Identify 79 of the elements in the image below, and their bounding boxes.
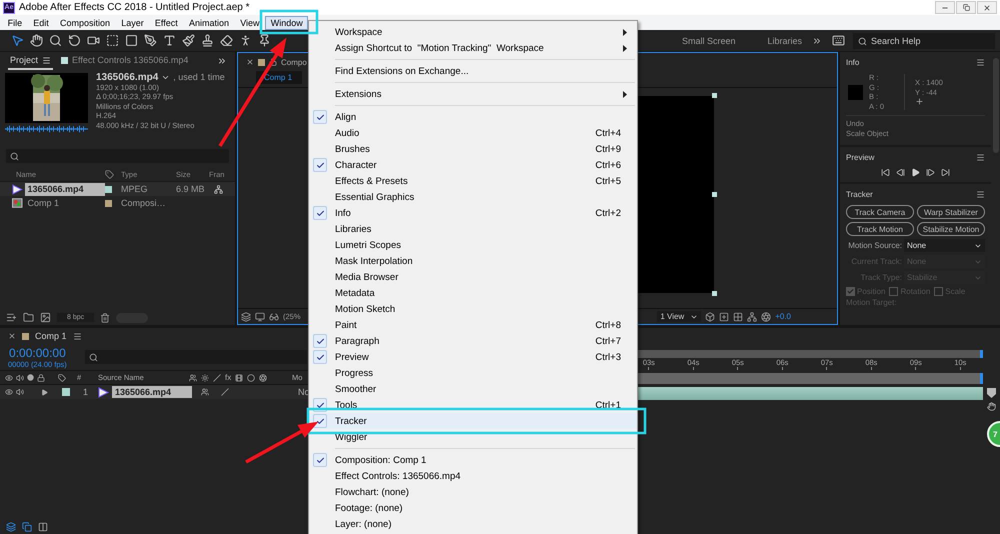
tracker-button[interactable]: Warp Stabilizer	[917, 205, 985, 219]
menu-item[interactable]: Align	[309, 109, 637, 125]
layer-number: 1	[83, 387, 88, 397]
usage-text: , used 1 time	[173, 73, 225, 82]
menu-item[interactable]: Audio Ctrl+4	[309, 125, 637, 141]
menu-item[interactable]: Info Ctrl+2	[309, 205, 637, 221]
tracker-button[interactable]: Track Camera	[846, 205, 914, 219]
panel-title: Info	[846, 58, 860, 66]
view-dropdown[interactable]: 1 View	[657, 311, 702, 322]
panel-tab[interactable]: Compo	[281, 58, 307, 66]
item-type: MPEG	[121, 184, 148, 194]
shortcut-text: Ctrl+3	[595, 352, 622, 362]
panel-title: Preview	[846, 152, 874, 162]
menu-item[interactable]: View	[234, 16, 266, 30]
item-type: Composi…	[121, 198, 166, 208]
panel-tab[interactable]: Comp 1	[35, 331, 67, 341]
item-name: Comp 1	[26, 196, 60, 210]
shortcut-text: Ctrl+8	[595, 320, 622, 330]
shortcut-text: Ctrl+7	[595, 336, 622, 346]
menu-item[interactable]: Effect	[149, 16, 184, 30]
footage-name: 1365066.mp4	[96, 73, 158, 82]
project-item[interactable]: Comp 1 Composi…	[0, 196, 235, 210]
column-header: fx	[225, 373, 232, 382]
menu-item[interactable]: Metadata	[309, 285, 637, 301]
window-title: Adobe After Effects CC 2018 - Untitled Project.aep *	[19, 2, 250, 13]
menu-item[interactable]: Assign Shortcut to "Motion Tracking" Workspace	[309, 40, 637, 56]
menu-item[interactable]: Footage: (none)	[309, 500, 637, 516]
shortcut-text: Ctrl+6	[595, 160, 622, 170]
menu-item[interactable]: Find Extensions on Exchange...	[309, 63, 637, 79]
menu-item[interactable]: Effects & Presets Ctrl+5	[309, 173, 637, 189]
menu-item[interactable]: Tracker	[309, 413, 637, 429]
panel-tab[interactable]: Project	[8, 52, 54, 70]
menu-item[interactable]: Libraries	[309, 221, 637, 237]
menu-item[interactable]: Lumetri Scopes	[309, 237, 637, 253]
menu-item[interactable]: File	[2, 16, 28, 30]
menu-item[interactable]: Edit	[28, 16, 54, 30]
shortcut-text: Ctrl+4	[595, 128, 622, 138]
menu-item[interactable]: Brushes Ctrl+9	[309, 141, 637, 157]
menu-item[interactable]: Paint Ctrl+8	[309, 317, 637, 333]
shortcut-text: Ctrl+1	[595, 400, 622, 410]
shortcut-text: Ctrl+9	[595, 144, 622, 154]
menu-item[interactable]: Wiggler	[309, 429, 637, 445]
menu-item[interactable]: Extensions	[309, 86, 637, 102]
current-time: 0:00:00:00	[9, 346, 66, 360]
menu-item[interactable]: Progress	[309, 365, 637, 381]
composition-chip[interactable]: Comp 1	[256, 71, 302, 84]
menu-item[interactable]: Preview Ctrl+3	[309, 349, 637, 365]
exposure-value: +0.0	[775, 312, 791, 321]
menu-item[interactable]: Tools Ctrl+1	[309, 397, 637, 413]
project-item[interactable]: 1365066.mp4 MPEG 6.9 MB	[0, 182, 235, 196]
search-field[interactable]: Search Help	[853, 32, 995, 48]
shortcut-text: Ctrl+2	[595, 208, 622, 218]
tracker-button[interactable]: Track Motion	[846, 222, 914, 236]
menu-item[interactable]: Layer	[116, 16, 150, 30]
menu-item[interactable]: Window	[265, 16, 308, 30]
panel-title: Tracker	[846, 190, 873, 198]
menu-item[interactable]: Character Ctrl+6	[309, 157, 637, 173]
menu-item[interactable]: Effect Controls: 1365066.mp4	[309, 468, 637, 484]
item-size: 6.9 MB	[176, 184, 205, 194]
workspace-tab[interactable]: Small Screen	[682, 36, 736, 46]
tracker-button[interactable]: Stabilize Motion	[917, 222, 985, 236]
menu-item[interactable]: Mask Interpolation	[309, 253, 637, 269]
layer-name: 1365066.mp4	[112, 386, 192, 398]
menu-item[interactable]: Layer: (none)	[309, 516, 637, 532]
dropdown[interactable]: None	[904, 239, 985, 252]
workspace-tab[interactable]: Libraries	[767, 36, 802, 46]
menu-item[interactable]: Workspace	[309, 24, 637, 40]
menu-item[interactable]: Composition	[54, 16, 116, 30]
menu-item[interactable]: Media Browser	[309, 269, 637, 285]
panel-tab[interactable]: Effect Controls 1365066.mp4	[59, 52, 190, 70]
menu-item[interactable]: Composition: Comp 1	[309, 452, 637, 468]
field-label: Motion Source:	[847, 241, 902, 250]
menu-item[interactable]: Flowchart: (none)	[309, 484, 637, 500]
menu-item[interactable]: Paragraph Ctrl+7	[309, 333, 637, 349]
menu-item[interactable]: Essential Graphics	[309, 189, 637, 205]
item-name: 1365066.mp4	[24, 182, 105, 196]
shortcut-text: Ctrl+5	[595, 176, 622, 186]
menu-item[interactable]: Motion Sketch	[309, 301, 637, 317]
menu-item[interactable]: Animation	[183, 16, 235, 30]
